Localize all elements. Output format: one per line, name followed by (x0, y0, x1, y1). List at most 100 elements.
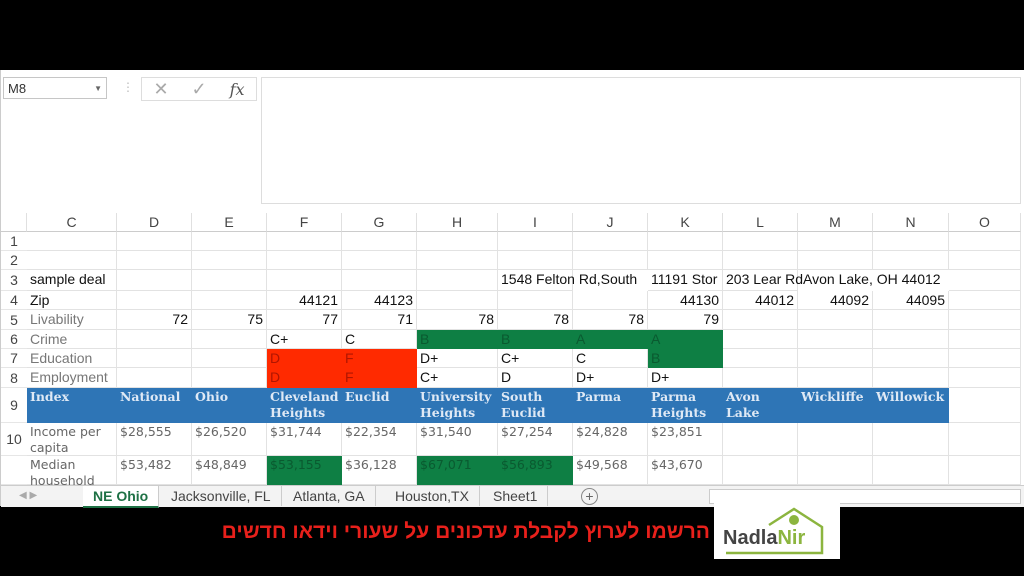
cell[interactable] (873, 368, 949, 388)
cell-H7[interactable]: D+ (417, 349, 498, 368)
column-header-M[interactable]: M (798, 213, 873, 232)
column-header-C[interactable]: C (27, 213, 117, 232)
cell[interactable] (949, 291, 1021, 310)
cell[interactable] (798, 456, 873, 485)
cell[interactable] (949, 423, 1021, 456)
cell-K6[interactable]: A (648, 330, 723, 349)
cell[interactable] (873, 456, 949, 485)
cell[interactable] (949, 456, 1021, 485)
cell-K7[interactable]: B (648, 349, 723, 368)
cell-J7[interactable]: C (573, 349, 648, 368)
cell[interactable] (723, 310, 798, 330)
cell-H5[interactable]: 78 (417, 310, 498, 330)
cell[interactable] (723, 330, 798, 349)
cell-L3[interactable]: 203 Lear RdAvon Lake, OH 44012 (723, 270, 941, 291)
column-header-H[interactable]: H (417, 213, 498, 232)
row-header[interactable]: 4 (1, 291, 27, 310)
cell[interactable] (648, 251, 723, 270)
row-header[interactable]: 5 (1, 310, 27, 330)
cell[interactable] (192, 368, 267, 388)
cell-G8[interactable]: F (342, 368, 417, 388)
row-header[interactable]: 1 (1, 232, 27, 251)
cell-C5[interactable]: Livability (27, 310, 117, 330)
sheet-tab[interactable]: Atlanta, GA (283, 486, 376, 506)
cell[interactable] (723, 456, 798, 485)
cell[interactable] (342, 251, 417, 270)
cell-J5[interactable]: 78 (573, 310, 648, 330)
cell[interactable] (949, 368, 1021, 388)
cell[interactable] (873, 251, 949, 270)
column-header-G[interactable]: G (342, 213, 417, 232)
cell[interactable] (798, 368, 873, 388)
cell-I5[interactable]: 78 (498, 310, 573, 330)
cell[interactable] (798, 310, 873, 330)
formula-input[interactable] (261, 77, 1021, 204)
cell[interactable] (192, 349, 267, 368)
cell[interactable] (267, 232, 342, 251)
cell-M9[interactable]: Wickliffe (798, 388, 873, 423)
cell-I7[interactable]: C+ (498, 349, 573, 368)
cell-I8[interactable]: D (498, 368, 573, 388)
cell[interactable] (723, 349, 798, 368)
cell[interactable] (267, 251, 342, 270)
cell-C9[interactable]: Index (27, 388, 117, 423)
row-header[interactable]: 8 (1, 368, 27, 388)
cell-C6[interactable]: Crime (27, 330, 117, 349)
cell-H10[interactable]: $31,540 (417, 423, 498, 456)
cell-H8[interactable]: C+ (417, 368, 498, 388)
cell-F6[interactable]: C+ (267, 330, 342, 349)
cell-D9[interactable]: National (117, 388, 192, 423)
cell-J8[interactable]: D+ (573, 368, 648, 388)
cell-C3[interactable]: sample deal (27, 270, 117, 291)
cell[interactable] (192, 232, 267, 251)
cell-E11[interactable]: $48,849 (192, 456, 267, 485)
cell-K4[interactable]: 44130 (648, 291, 723, 310)
cell[interactable] (192, 291, 267, 310)
cell-K9[interactable]: Parma Heights (648, 388, 723, 423)
cell[interactable] (949, 232, 1021, 251)
cell[interactable] (573, 251, 648, 270)
cell-J11[interactable]: $49,568 (573, 456, 648, 485)
sheet-tab[interactable]: Sheet1 (483, 486, 549, 506)
cell-I11[interactable]: $56,893 (498, 456, 573, 485)
cell-J6[interactable]: A (573, 330, 648, 349)
cell-F11[interactable]: $53,155 (267, 456, 342, 485)
cell[interactable] (417, 291, 498, 310)
cell[interactable] (342, 270, 417, 291)
column-header-N[interactable]: N (873, 213, 949, 232)
cell-G7[interactable]: F (342, 349, 417, 368)
cell[interactable] (648, 232, 723, 251)
cell-D11[interactable]: $53,482 (117, 456, 192, 485)
cell-I3[interactable]: 1548 Felton Rd,South (498, 270, 637, 291)
sheet-tab[interactable]: Jacksonville, FL (161, 486, 282, 506)
tab-scroll-arrows[interactable]: ◀ ▶ (19, 486, 37, 506)
cell-F7[interactable]: D (267, 349, 342, 368)
cell[interactable] (723, 251, 798, 270)
row-header[interactable]: 2 (1, 251, 27, 270)
cell-J9[interactable]: Parma (573, 388, 648, 423)
cell-N9[interactable]: Willowick (873, 388, 949, 423)
cell-G5[interactable]: 71 (342, 310, 417, 330)
cell[interactable] (117, 368, 192, 388)
cell-K3[interactable]: 11191 Stor (648, 270, 723, 291)
cell-M4[interactable]: 44092 (798, 291, 873, 310)
cell[interactable] (723, 232, 798, 251)
cell[interactable] (949, 270, 1021, 291)
cell[interactable] (192, 330, 267, 349)
cell-K8[interactable]: D+ (648, 368, 723, 388)
add-sheet-button[interactable]: + (581, 488, 598, 505)
cell[interactable] (117, 291, 192, 310)
cell[interactable] (798, 349, 873, 368)
cell[interactable] (949, 349, 1021, 368)
cell[interactable] (117, 270, 192, 291)
cell-G9[interactable]: Euclid (342, 388, 417, 423)
column-header-L[interactable]: L (723, 213, 798, 232)
row-header[interactable]: 10 (1, 423, 27, 456)
cell[interactable] (873, 330, 949, 349)
horizontal-scrollbar[interactable] (709, 489, 1021, 504)
cell-E9[interactable]: Ohio (192, 388, 267, 423)
cell-C4[interactable]: Zip (27, 291, 117, 310)
cell[interactable] (498, 232, 573, 251)
cell-J10[interactable]: $24,828 (573, 423, 648, 456)
cell[interactable] (798, 330, 873, 349)
